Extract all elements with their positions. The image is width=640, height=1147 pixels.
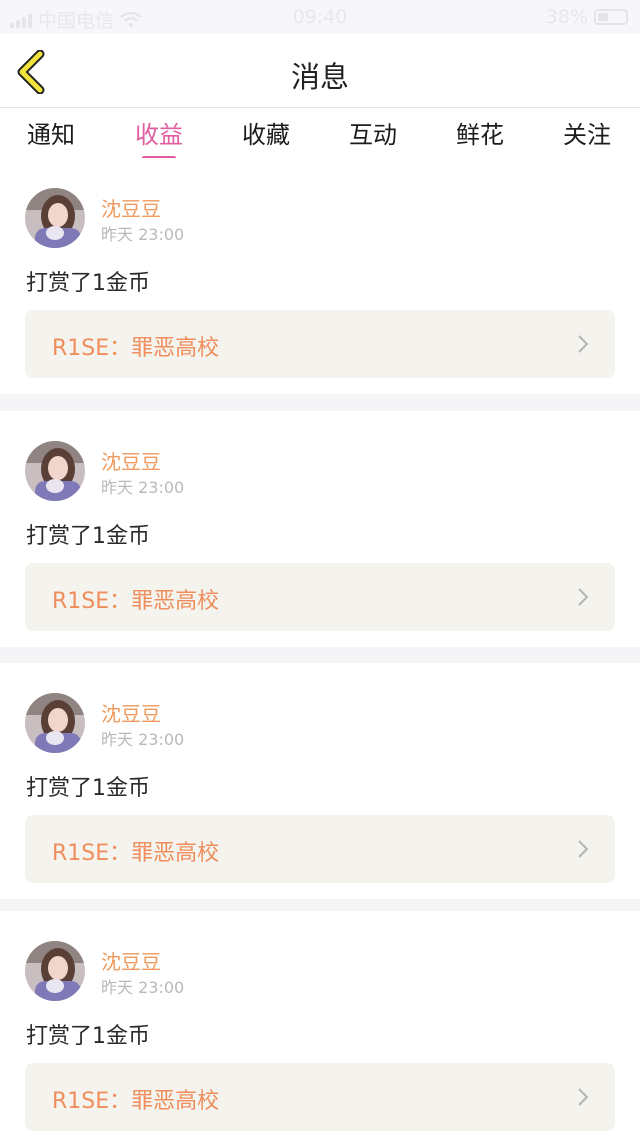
message-card: 沈豆豆 昨天 23:00 打赏了1金币 R1SE：罪恶高校: [0, 158, 640, 394]
tab-interactions[interactable]: 互动: [333, 115, 413, 150]
work-title: R1SE：罪恶高校: [52, 589, 220, 614]
message-card: 沈豆豆 昨天 23:00 打赏了1金币 R1SE：罪恶高校: [0, 663, 640, 899]
message-text: 打赏了1金币: [26, 776, 150, 801]
message-time: 昨天 23:00: [101, 225, 185, 244]
tab-label: 鲜花: [456, 121, 504, 149]
username[interactable]: 沈豆豆: [101, 698, 161, 727]
username[interactable]: 沈豆豆: [101, 446, 161, 475]
message-text: 打赏了1金币: [26, 1024, 150, 1049]
work-link-button[interactable]: R1SE：罪恶高校: [25, 310, 615, 378]
work-title: R1SE：罪恶高校: [52, 841, 220, 866]
status-right: 38%: [546, 6, 628, 28]
work-title: R1SE：罪恶高校: [52, 1089, 220, 1114]
tab-label: 收藏: [242, 121, 290, 149]
chevron-right-icon: [578, 335, 589, 353]
tab-earnings[interactable]: 收益: [119, 115, 199, 160]
message-time: 昨天 23:00: [101, 478, 185, 497]
message-card: 沈豆豆 昨天 23:00 打赏了1金币 R1SE：罪恶高校: [0, 411, 640, 647]
page-title: 消息: [290, 60, 349, 94]
battery-percent: 38%: [545, 6, 588, 28]
status-bar: 中国电信 09:40 38%: [0, 0, 640, 34]
message-time: 昨天 23:00: [101, 730, 185, 749]
work-link-button[interactable]: R1SE：罪恶高校: [25, 1063, 615, 1131]
tab-bar: 通知 收益 收藏 互动 鲜花 关注: [0, 108, 640, 160]
tab-favorites[interactable]: 收藏: [226, 115, 306, 150]
avatar[interactable]: [25, 441, 85, 501]
work-link-button[interactable]: R1SE：罪恶高校: [25, 815, 615, 883]
tab-following[interactable]: 关注: [547, 115, 627, 150]
tab-label: 通知: [27, 121, 75, 149]
status-time: 09:40: [292, 6, 348, 28]
work-link-button[interactable]: R1SE：罪恶高校: [25, 563, 615, 631]
chevron-right-icon: [578, 840, 589, 858]
message-card: 沈豆豆 昨天 23:00 打赏了1金币 R1SE：罪恶高校: [0, 911, 640, 1147]
message-time: 昨天 23:00: [101, 978, 185, 997]
username[interactable]: 沈豆豆: [101, 193, 161, 222]
nav-bar: 消息: [0, 34, 640, 108]
avatar[interactable]: [25, 941, 85, 1001]
chevron-right-icon: [578, 1088, 589, 1106]
battery-icon: [594, 9, 628, 25]
work-title: R1SE：罪恶高校: [52, 336, 220, 361]
tab-flowers[interactable]: 鲜花: [440, 115, 520, 150]
username[interactable]: 沈豆豆: [101, 946, 161, 975]
avatar[interactable]: [25, 188, 85, 248]
message-text: 打赏了1金币: [26, 524, 150, 549]
message-text: 打赏了1金币: [26, 271, 150, 296]
tab-label: 互动: [349, 121, 397, 149]
tab-label: 收益: [135, 121, 183, 149]
chevron-right-icon: [578, 588, 589, 606]
tab-label: 关注: [563, 121, 611, 149]
tab-notifications[interactable]: 通知: [11, 115, 91, 150]
avatar[interactable]: [25, 693, 85, 753]
